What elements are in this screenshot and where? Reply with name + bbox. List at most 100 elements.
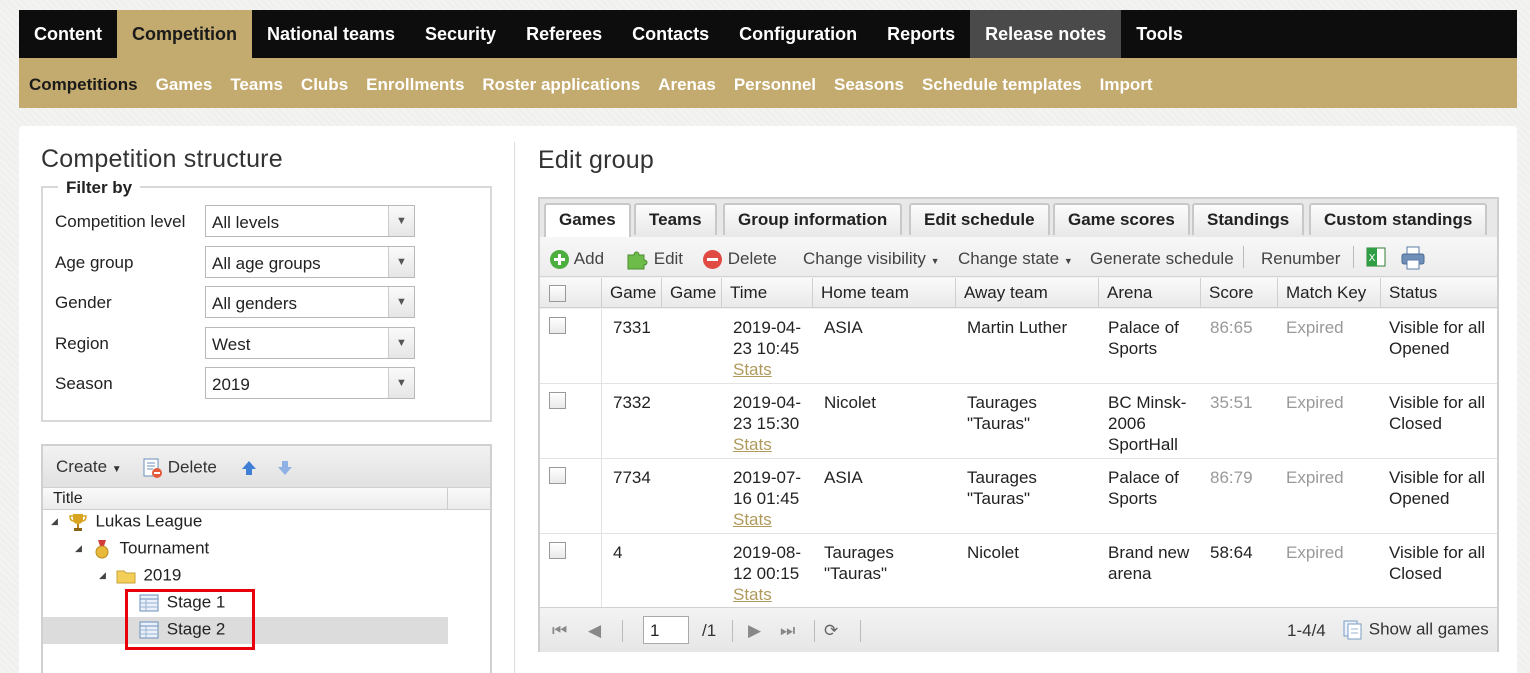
tree-node-tournament[interactable]: ◢ Tournament [75,538,209,564]
age-group-select[interactable]: All age groups ▼ [205,246,415,278]
filter-label: Age group [55,253,134,272]
show-all-games-button[interactable]: Show all games [1342,619,1489,641]
select-all-checkbox[interactable] [549,285,566,302]
create-button[interactable]: Create ▼ [56,457,122,477]
chevron-down-icon[interactable]: ▼ [388,328,414,358]
table-row[interactable]: 4 2019-08- 12 00:15 Stats Taurages "Tauras" Ni… [540,534,1497,609]
subnav-competitions[interactable]: Competitions [20,58,147,108]
tab-standings[interactable]: Standings [1192,203,1305,235]
gender-select[interactable]: All genders ▼ [205,286,415,318]
row-checkbox[interactable] [549,467,566,484]
move-down-button[interactable] [277,457,293,477]
add-icon [550,250,569,270]
nav-national-teams[interactable]: National teams [252,10,410,58]
collapse-icon[interactable]: ◢ [75,543,87,554]
competition-level-select[interactable]: All levels ▼ [205,205,415,237]
tree-node-league[interactable]: ◢ Lukas League [51,511,202,537]
generate-schedule-button[interactable]: Generate schedule [1090,249,1234,269]
column-score[interactable]: Score [1200,278,1277,308]
row-checkbox[interactable] [549,392,566,409]
season-select[interactable]: 2019 ▼ [205,367,415,399]
nav-content[interactable]: Content [19,10,117,58]
column-game-number[interactable]: Game n [601,278,661,308]
region-select[interactable]: West ▼ [205,327,415,359]
change-state-button[interactable]: Change state ▼ [958,249,1073,269]
chevron-down-icon[interactable]: ▼ [388,206,414,236]
subnav-seasons[interactable]: Seasons [825,58,913,108]
nav-release-notes[interactable]: Release notes [970,10,1122,58]
tab-edit-schedule[interactable]: Edit schedule [909,203,1050,235]
page-number-input[interactable]: 1 [643,616,689,644]
next-page-icon[interactable]: ▶ [748,621,761,641]
tree-node-stage-1[interactable]: Stage 1 [139,592,225,618]
column-status[interactable]: Status [1380,278,1497,308]
nav-contacts[interactable]: Contacts [617,10,724,58]
column-match-key[interactable]: Match Key [1277,278,1380,308]
add-button[interactable]: Add [549,249,604,270]
subnav-games[interactable]: Games [147,58,222,108]
chevron-down-icon[interactable]: ▼ [388,368,414,398]
column-home-team[interactable]: Home team [812,278,955,308]
row-checkbox[interactable] [549,317,566,334]
column-time[interactable]: Time [721,278,812,308]
tab-custom-standings[interactable]: Custom standings [1309,203,1488,235]
subnav-schedule-templates[interactable]: Schedule templates [913,58,1091,108]
column-arena[interactable]: Arena [1098,278,1200,308]
nav-configuration[interactable]: Configuration [724,10,872,58]
nav-security[interactable]: Security [410,10,511,58]
subnav-roster-applications[interactable]: Roster applications [473,58,649,108]
home-team: ASIA [824,318,863,337]
excel-export-button[interactable]: X [1365,246,1387,273]
move-up-button[interactable] [241,457,257,477]
tab-teams[interactable]: Teams [634,203,717,235]
delete-node-button[interactable]: Delete [141,457,217,479]
print-button[interactable] [1400,246,1426,275]
tab-game-scores[interactable]: Game scores [1053,203,1190,235]
game-number: 7734 [613,468,651,487]
table-row[interactable]: 7331 2019-04- 23 10:45 Stats ASIA Martin Luth… [540,309,1497,384]
prev-page-icon[interactable]: ◀ [588,621,601,641]
delete-button[interactable]: Delete [702,249,777,270]
nav-tools[interactable]: Tools [1121,10,1198,58]
filter-region: Region West ▼ [55,327,415,361]
tab-games[interactable]: Games [544,203,631,237]
renumber-button[interactable]: Renumber [1261,249,1340,269]
chevron-down-icon[interactable]: ▼ [388,287,414,317]
title-column[interactable]: Title [53,490,83,508]
collapse-icon[interactable]: ◢ [99,570,111,581]
stats-link[interactable]: Stats [733,360,772,379]
first-page-icon[interactable]: ⏮ [552,621,567,641]
stats-link[interactable]: Stats [733,585,772,604]
tree-node-stage-2[interactable]: Stage 2 [139,619,225,645]
add-label: Add [573,249,605,268]
refresh-icon[interactable]: ⟳ [824,621,838,641]
caret-down-icon: ▼ [1063,256,1073,266]
change-state-label: Change state [958,249,1060,268]
nav-reports[interactable]: Reports [872,10,970,58]
change-visibility-button[interactable]: Change visibility ▼ [803,249,940,269]
folder-icon [116,570,136,584]
nav-competition[interactable]: Competition [116,10,252,58]
table-row[interactable]: 7332 2019-04- 23 15:30 Stats Nicolet Taurages… [540,384,1497,459]
stats-link[interactable]: Stats [733,510,772,529]
subnav-clubs[interactable]: Clubs [292,58,357,108]
subnav-enrollments[interactable]: Enrollments [357,58,473,108]
subnav-arenas[interactable]: Arenas [649,58,725,108]
match-key: Expired [1286,543,1344,562]
subnav-teams[interactable]: Teams [221,58,292,108]
row-checkbox[interactable] [549,542,566,559]
column-game-code[interactable]: Game c [661,278,721,308]
tree-node-season[interactable]: ◢ 2019 [99,565,181,591]
stats-link[interactable]: Stats [733,435,772,454]
edit-button[interactable]: Edit [626,249,683,270]
subnav-import[interactable]: Import [1091,58,1162,108]
column-away-team[interactable]: Away team [955,278,1098,308]
chevron-down-icon[interactable]: ▼ [388,247,414,277]
last-page-icon[interactable]: ⏭ [780,621,795,641]
nav-referees[interactable]: Referees [511,10,617,58]
table-row[interactable]: 7734 2019-07- 16 01:45 Stats ASIA Taurages "Ta… [540,459,1497,534]
caret-down-icon: ▼ [930,256,940,266]
tab-group-information[interactable]: Group information [723,203,903,235]
collapse-icon[interactable]: ◢ [51,516,63,527]
subnav-personnel[interactable]: Personnel [725,58,825,108]
